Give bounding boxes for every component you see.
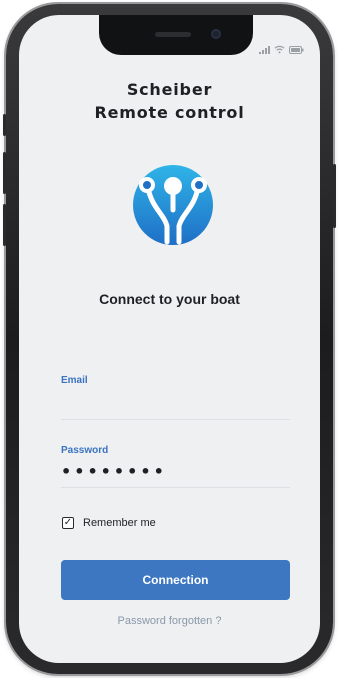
password-value: •••••••• (61, 462, 167, 481)
password-field[interactable]: •••••••• (61, 462, 290, 488)
front-camera (211, 29, 221, 39)
app-screen: Scheiber Remote control Connect to your … (19, 15, 320, 663)
notch (99, 15, 253, 55)
mute-switch (3, 114, 6, 136)
email-label: Email (61, 375, 88, 386)
app-title: Scheiber Remote control (19, 78, 320, 124)
connect-subtitle: Connect to your boat (99, 291, 240, 307)
check-icon: ✓ (63, 517, 73, 528)
remember-me-checkbox[interactable]: ✓ (62, 517, 74, 529)
speaker (155, 32, 191, 37)
remember-me-row[interactable]: ✓ Remember me (62, 517, 156, 529)
volume-up-button (3, 152, 6, 194)
scheiber-logo-icon (133, 165, 213, 245)
power-button (333, 164, 336, 228)
volume-down-button (3, 204, 6, 246)
email-field[interactable] (61, 398, 290, 420)
app-title-line1: Scheiber (126, 80, 213, 99)
battery-icon (289, 45, 304, 54)
forgot-password-link[interactable]: Password forgotten ? (19, 615, 320, 627)
connection-button[interactable]: Connection (61, 560, 290, 600)
password-label: Password (61, 445, 109, 456)
wifi-icon (274, 45, 285, 54)
status-bar (259, 45, 304, 54)
remember-me-label: Remember me (83, 517, 156, 529)
app-title-line2: Remote control (94, 103, 245, 122)
signal-icon (259, 45, 270, 54)
